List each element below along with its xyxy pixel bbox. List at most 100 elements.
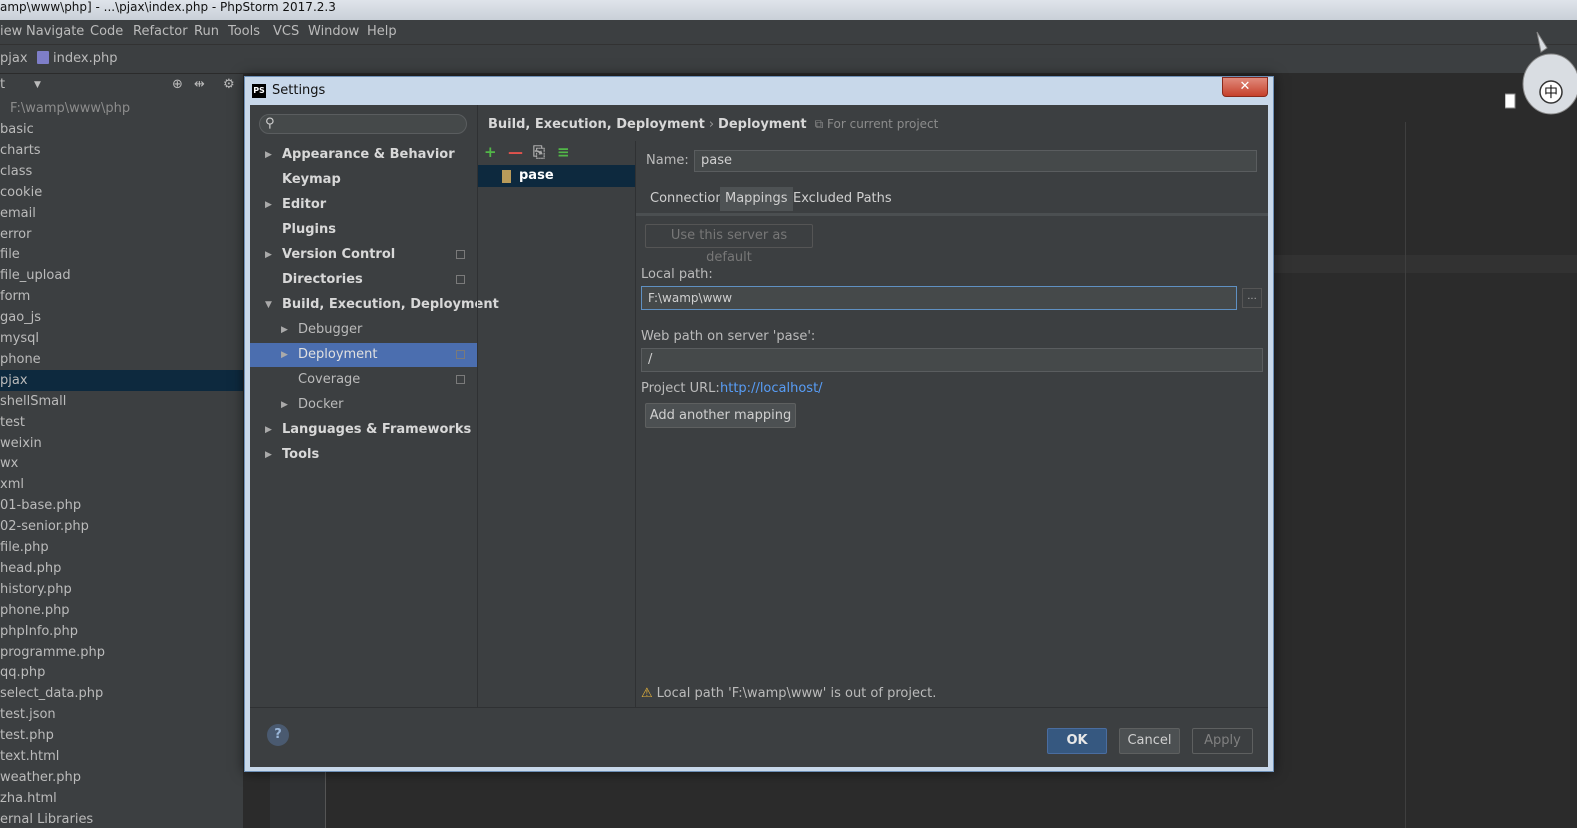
expand-arrow-icon[interactable]: ▶: [281, 343, 288, 367]
nav-project[interactable]: pjax: [0, 45, 28, 73]
expand-arrow-icon[interactable]: ▶: [265, 193, 272, 217]
help-button[interactable]: ?: [267, 724, 289, 746]
project-tree-item[interactable]: xml: [0, 474, 243, 495]
menu-refactor[interactable]: Refactor: [133, 20, 188, 44]
settings-tree-item[interactable]: ▶ Version Control: [250, 243, 477, 267]
project-tree-item[interactable]: select_data.php: [0, 683, 243, 704]
ok-button[interactable]: OK: [1047, 728, 1107, 754]
tab-connection[interactable]: Connection: [645, 187, 729, 211]
project-tree-item-label: charts: [0, 142, 41, 158]
project-tree-item[interactable]: test: [0, 412, 243, 433]
project-tree-item[interactable]: phone.php: [0, 600, 243, 621]
project-tree-item[interactable]: email: [0, 203, 243, 224]
expand-arrow-icon[interactable]: ▼: [265, 293, 272, 317]
menu-window[interactable]: Window: [308, 20, 359, 44]
add-icon[interactable]: +: [484, 143, 497, 161]
expand-arrow-icon[interactable]: ▶: [265, 418, 272, 442]
settings-tree-item[interactable]: ▶ Appearance & Behavior: [250, 143, 477, 167]
menu-tools[interactable]: Tools: [228, 20, 260, 44]
expand-arrow-icon[interactable]: ▶: [265, 143, 272, 167]
project-tree-item[interactable]: 01-base.php: [0, 495, 243, 516]
project-tree-item[interactable]: programme.php: [0, 642, 243, 663]
browse-button[interactable]: ...: [1242, 288, 1262, 308]
project-tree-item[interactable]: mysql: [0, 328, 243, 349]
server-item-pase[interactable]: pase: [478, 165, 635, 187]
close-button[interactable]: ✕: [1222, 77, 1268, 97]
project-tree-item[interactable]: phpInfo.php: [0, 621, 243, 642]
project-tree-item[interactable]: form: [0, 286, 243, 307]
project-tree-item[interactable]: qq.php: [0, 662, 243, 683]
expand-arrow-icon[interactable]: ▶: [281, 393, 288, 417]
settings-tree-item[interactable]: ▶ Editor: [250, 193, 477, 217]
project-tree-item[interactable]: error: [0, 224, 243, 245]
project-tree-item[interactable]: file.php: [0, 537, 243, 558]
project-tree-item[interactable]: test.json: [0, 704, 243, 725]
set-default-icon[interactable]: ≡: [557, 143, 570, 161]
project-view-selector[interactable]: t: [0, 74, 5, 96]
project-tree-item[interactable]: charts: [0, 140, 243, 161]
project-tree-item[interactable]: basic: [0, 119, 243, 140]
project-tree-item[interactable]: file_upload: [0, 265, 243, 286]
web-path-field[interactable]: /: [641, 348, 1263, 372]
project-url-link[interactable]: http://localhost/: [720, 381, 823, 396]
expand-arrow-icon[interactable]: ▶: [265, 443, 272, 467]
project-tree-item[interactable]: wx: [0, 453, 243, 474]
apply-button[interactable]: Apply: [1192, 728, 1253, 754]
expand-arrow-icon[interactable]: ▶: [281, 318, 288, 342]
add-mapping-button[interactable]: Add another mapping: [645, 403, 796, 428]
remove-icon[interactable]: —: [508, 143, 523, 161]
project-tree-item[interactable]: file: [0, 244, 243, 265]
locate-icon[interactable]: ⊕: [172, 74, 183, 96]
settings-search-input[interactable]: ⚲: [259, 114, 467, 134]
settings-tree-item[interactable]: ▶ Debugger: [250, 318, 477, 342]
server-settings-panel: Name: pase Connection Mappings Excluded …: [636, 141, 1268, 707]
project-tree-item[interactable]: ernal Libraries: [0, 809, 243, 828]
settings-tree-item[interactable]: Plugins: [250, 218, 477, 242]
use-as-default-button[interactable]: Use this server as default: [645, 224, 813, 265]
gear-icon[interactable]: ⚙: [223, 74, 235, 96]
project-tree-item[interactable]: weather.php: [0, 767, 243, 788]
name-field[interactable]: pase: [694, 150, 1257, 172]
project-tree-item[interactable]: head.php: [0, 558, 243, 579]
project-tree-item[interactable]: zha.html: [0, 788, 243, 809]
tab-excluded-paths[interactable]: Excluded Paths: [788, 187, 897, 211]
menu-code[interactable]: Code: [90, 20, 123, 44]
project-tree-item[interactable]: phone: [0, 349, 243, 370]
settings-tree-item[interactable]: ▶ Docker: [250, 393, 477, 417]
project-tree-item[interactable]: history.php: [0, 579, 243, 600]
project-tree-item[interactable]: cookie: [0, 182, 243, 203]
expand-arrow-icon[interactable]: ▶: [265, 243, 272, 267]
chevron-down-icon[interactable]: ▼: [34, 74, 41, 96]
local-path-field[interactable]: F:\wamp\www: [641, 286, 1237, 310]
menu-navigate[interactable]: Navigate: [26, 20, 84, 44]
breadcrumb-parent: Build, Execution, Deployment: [488, 117, 705, 132]
settings-tree: ▶ Appearance & Behavior Keymap ▶ Editor Plugi…: [250, 143, 499, 707]
project-tree-item[interactable]: gao_js: [0, 307, 243, 328]
project-tree-item[interactable]: 02-senior.php: [0, 516, 243, 537]
editor-current-line: [1268, 255, 1577, 273]
settings-tree-item[interactable]: ▶ Deployment: [250, 343, 477, 367]
project-root[interactable]: F:\wamp\www\php: [0, 98, 243, 119]
collapse-icon[interactable]: ⇹: [194, 74, 205, 96]
menu-help[interactable]: Help: [367, 20, 397, 44]
project-tree-item[interactable]: text.html: [0, 746, 243, 767]
menu-view[interactable]: iew: [0, 20, 22, 44]
project-tree-item[interactable]: test.php: [0, 725, 243, 746]
project-tree-item[interactable]: class: [0, 161, 243, 182]
settings-tree-item[interactable]: ▼ Build, Execution, Deployment: [250, 293, 499, 317]
cancel-button[interactable]: Cancel: [1119, 728, 1180, 754]
settings-tree-item[interactable]: Coverage: [250, 368, 477, 392]
settings-tree-item[interactable]: ▶ Languages & Frameworks: [250, 418, 477, 442]
project-tree-item[interactable]: pjax: [0, 369, 243, 391]
copy-icon[interactable]: ⎘: [533, 143, 545, 161]
project-tree-item[interactable]: weixin: [0, 433, 243, 454]
settings-tree-item[interactable]: ▶ Tools: [250, 443, 477, 467]
ime-indicator[interactable]: 中: [1544, 85, 1558, 101]
menu-vcs[interactable]: VCS: [273, 20, 299, 44]
project-tree-item[interactable]: shellSmall: [0, 391, 243, 412]
menu-run[interactable]: Run: [194, 20, 219, 44]
nav-file[interactable]: index.php: [37, 45, 117, 73]
tab-mappings[interactable]: Mappings: [720, 187, 793, 211]
settings-tree-item[interactable]: Keymap: [250, 168, 477, 192]
settings-tree-item[interactable]: Directories: [250, 268, 477, 292]
